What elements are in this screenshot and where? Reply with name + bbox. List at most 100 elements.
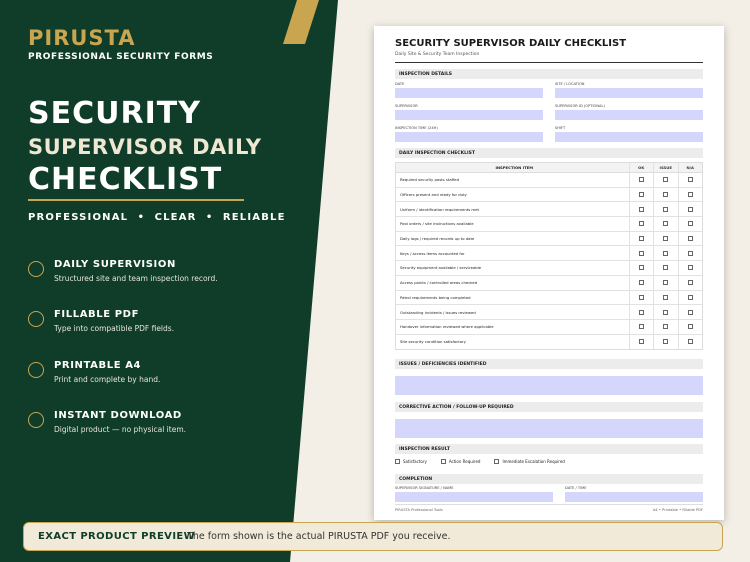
table-row: Site security condition satisfactory: [396, 334, 702, 350]
hero-title: SECURITY SUPERVISOR DAILY CHECKLIST: [28, 96, 261, 198]
na-checkbox[interactable]: [687, 265, 693, 271]
field-label-supervisor: SUPERVISOR: [395, 104, 418, 108]
table-row: Required security posts staffed: [396, 173, 702, 188]
na-checkbox[interactable]: [687, 339, 693, 345]
na-checkbox[interactable]: [687, 221, 693, 227]
ok-checkbox[interactable]: [638, 324, 644, 330]
action-required-checkbox[interactable]: [440, 459, 446, 465]
footer-left: PIRUSTA Professional Tools: [395, 508, 443, 512]
document-preview: SECURITY SUPERVISOR DAILY CHECKLIST Dail…: [374, 26, 724, 520]
col-ok: OK: [628, 163, 654, 172]
result-label: Action Required: [448, 459, 481, 465]
table-row: Outstanding incidents / issues reviewed: [396, 305, 702, 320]
field-label-datetime: DATE / TIME: [565, 486, 587, 491]
table-row: Daily logs / required records up to date: [396, 231, 702, 247]
issue-checkbox[interactable]: [663, 280, 669, 286]
feature-title: DAILY SUPERVISION: [54, 259, 176, 270]
na-checkbox[interactable]: [687, 294, 693, 300]
na-checkbox[interactable]: [687, 192, 693, 198]
na-checkbox[interactable]: [687, 324, 693, 330]
ok-checkbox[interactable]: [638, 294, 644, 300]
issue-checkbox[interactable]: [663, 324, 669, 330]
ok-checkbox[interactable]: [638, 339, 644, 345]
ok-checkbox[interactable]: [638, 206, 644, 212]
na-checkbox[interactable]: [687, 236, 693, 242]
site-field[interactable]: [555, 88, 703, 98]
feature-title: INSTANT DOWNLOAD: [54, 410, 182, 421]
issue-checkbox[interactable]: [663, 309, 669, 315]
issue-checkbox[interactable]: [663, 177, 669, 183]
satisfactory-checkbox[interactable]: [395, 459, 400, 465]
issue-checkbox[interactable]: [663, 236, 669, 242]
na-checkbox[interactable]: [687, 309, 693, 315]
row-label: Outstanding incidents / issues reviewed: [400, 309, 476, 315]
ok-checkbox[interactable]: [638, 192, 644, 198]
na-checkbox[interactable]: [687, 280, 693, 286]
footer-right: A4 • Printable • Fillable PDF: [652, 508, 703, 512]
na-checkbox[interactable]: [687, 206, 693, 212]
row-label: Handover information reviewed where appl…: [400, 324, 494, 330]
na-checkbox[interactable]: [687, 250, 693, 256]
row-label: Keys / access items accounted for: [400, 250, 465, 256]
ok-checkbox[interactable]: [638, 236, 644, 242]
issue-checkbox[interactable]: [663, 294, 669, 300]
feature-desc: Print and complete by hand.: [54, 375, 161, 384]
feature-instant-download: INSTANT DOWNLOAD Digital product — no ph…: [28, 410, 186, 434]
row-label: Daily logs / required records up to date: [400, 236, 475, 242]
escalation-checkbox[interactable]: [494, 459, 500, 465]
ok-checkbox[interactable]: [638, 250, 644, 256]
inspection-time-field[interactable]: [395, 132, 543, 142]
ok-checkbox[interactable]: [638, 221, 644, 227]
signature-field[interactable]: [395, 492, 553, 503]
table-row: Access points / controlled areas checked: [396, 275, 702, 291]
table-row: Security equipment available / serviceab…: [396, 261, 702, 276]
checklist-header: INSPECTION ITEM OK ISSUE N/A: [396, 163, 702, 173]
row-label: Uniform / identification requirements me…: [400, 206, 479, 212]
feature-title: FILLABLE PDF: [54, 309, 140, 320]
feature-fillable-pdf: FILLABLE PDF Type into compatible PDF fi…: [28, 309, 174, 333]
feature-desc: Digital product — no physical item.: [54, 425, 187, 434]
section-inspection-result: INSPECTION RESULT: [395, 444, 703, 455]
field-label-supervisor-id: SUPERVISOR ID (OPTIONAL): [555, 104, 605, 108]
feature-printable-a4: PRINTABLE A4 Print and complete by hand.: [28, 360, 160, 384]
feature-title: PRINTABLE A4: [54, 360, 142, 371]
date-field[interactable]: [395, 88, 543, 98]
supervisor-field[interactable]: [395, 110, 543, 120]
issues-field[interactable]: [395, 376, 703, 396]
hero-line-2: SUPERVISOR DAILY: [28, 135, 262, 159]
result-label: Immediate Escalation Required: [502, 459, 565, 465]
issue-checkbox[interactable]: [663, 265, 669, 271]
shift-field[interactable]: [555, 132, 703, 142]
table-row: Officers present and ready for duty: [396, 187, 702, 203]
doc-subtitle: Daily Site & Security Team Inspection: [395, 52, 480, 57]
field-label-shift: SHIFT: [555, 126, 566, 130]
supervisor-id-field[interactable]: [555, 110, 703, 120]
title-divider: [28, 199, 244, 201]
result-label: Satisfactory: [403, 459, 427, 465]
table-row: Patrol requirements being completed: [396, 290, 702, 306]
circle-icon: [28, 412, 44, 428]
ok-checkbox[interactable]: [638, 177, 644, 183]
hero-line-1: SECURITY: [28, 96, 201, 131]
issue-checkbox[interactable]: [663, 206, 669, 212]
ok-checkbox[interactable]: [638, 265, 644, 271]
corrective-action-field[interactable]: [395, 419, 703, 439]
field-label-site: SITE / LOCATION: [555, 82, 585, 86]
circle-icon: [28, 261, 44, 277]
circle-icon: [28, 362, 44, 378]
section-checklist: DAILY INSPECTION CHECKLIST: [395, 148, 703, 158]
issue-checkbox[interactable]: [663, 250, 669, 256]
ok-checkbox[interactable]: [638, 280, 644, 286]
row-label: Site security condition satisfactory: [400, 339, 466, 345]
table-row: Keys / access items accounted for: [396, 246, 702, 262]
issue-checkbox[interactable]: [663, 192, 669, 198]
na-checkbox[interactable]: [687, 177, 693, 183]
ok-checkbox[interactable]: [638, 309, 644, 315]
issue-checkbox[interactable]: [663, 221, 669, 227]
brand-tagline: PROFESSIONAL SECURITY FORMS: [28, 52, 214, 62]
brand: PIRUSTA PROFESSIONAL SECURITY FORMS: [28, 26, 213, 62]
datetime-field[interactable]: [565, 492, 703, 503]
issue-checkbox[interactable]: [663, 339, 669, 345]
banner-text: The form shown is the actual PIRUSTA PDF…: [187, 531, 451, 542]
row-label: Patrol requirements being completed: [400, 294, 471, 300]
